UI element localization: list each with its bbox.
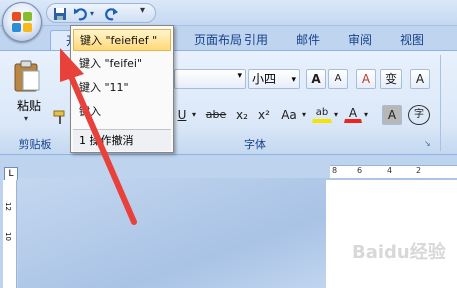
ribbon: 粘贴 ▾ 剪贴板 ▾ 小四 ▾ A A A 变 A U ▾ abe x₂ x² … [0,50,457,155]
clear-format-button[interactable]: A [356,69,376,89]
customize-qat-icon[interactable]: ▾ [140,5,145,16]
office-button[interactable] [2,2,42,42]
strikethrough-button[interactable]: abe [202,105,230,125]
font-dialog-launcher-icon[interactable]: ↘ [424,139,434,149]
redo-icon[interactable] [103,5,121,22]
font-size-combo[interactable]: 小四 ▾ [248,69,300,89]
paste-icon[interactable] [12,59,46,95]
tab-mailings[interactable]: 邮件 [290,30,326,50]
font-name-combo[interactable]: ▾ [174,69,246,89]
office-logo-icon [12,12,32,32]
document-page[interactable] [326,180,457,288]
font-name-dropdown-icon[interactable]: ▾ [237,71,242,81]
vertical-ruler[interactable]: 12 10 [3,180,17,288]
undo-dropdown-icon[interactable]: ▾ [87,5,97,22]
ruler-number: 6 [357,166,363,175]
paste-dropdown-icon[interactable]: ▾ [24,114,28,123]
underline-button[interactable]: U [174,105,190,125]
grow-font-button[interactable]: A [306,69,326,89]
phonetic-guide-button[interactable]: 变 [380,69,402,89]
case-dropdown-icon[interactable]: ▾ [300,105,308,125]
horizontal-ruler[interactable]: 8 6 4 2 [330,165,457,179]
tab-view[interactable]: 视图 [394,30,430,50]
undo-history-dropdown: 键入 "feiefief " 键入 "feifei" 键入 "11" 键入 1 … [70,25,174,153]
undo-item[interactable]: 键入 "feiefief " [73,29,171,51]
undo-item[interactable]: 键入 "11" [73,77,171,99]
paste-label[interactable]: 粘贴 [14,97,44,114]
font-color-dropdown-icon[interactable]: ▾ [362,105,370,125]
tab-review[interactable]: 审阅 [342,30,378,50]
tab-references[interactable]: 引用 [238,30,274,50]
ruler-number: 8 [332,166,338,175]
highlight-dropdown-icon[interactable]: ▾ [332,105,340,125]
font-size-value: 小四 [252,72,277,86]
undo-count-label: 1 操作撤消 [73,129,171,151]
undo-item[interactable]: 键入 [73,101,171,123]
tab-selector-icon[interactable]: L [4,167,18,181]
shrink-font-button[interactable]: A [328,69,348,89]
ruler-number: 12 [4,202,12,211]
ruler-number: 2 [416,166,422,175]
ruler-number: 4 [387,166,393,175]
font-color-button[interactable]: A [344,103,362,123]
change-case-button[interactable]: Aa [278,105,300,125]
clipboard-group-label: 剪贴板 [18,138,52,151]
superscript-button[interactable]: x² [254,105,274,125]
format-painter-icon[interactable] [52,109,68,125]
group-separator [440,55,441,151]
underline-dropdown-icon[interactable]: ▾ [190,105,198,125]
watermark: Baidu经验 [352,242,446,263]
highlight-button[interactable]: ab [312,103,332,123]
enclose-char-button[interactable]: 字 [408,105,430,125]
subscript-button[interactable]: x₂ [232,105,252,125]
undo-item[interactable]: 键入 "feifei" [73,53,171,75]
font-size-dropdown-icon[interactable]: ▾ [291,71,296,89]
ribbon-tabs: 开 页面布局 引用 邮件 审阅 视图 [0,26,457,50]
save-icon[interactable] [51,5,69,22]
char-shading-button[interactable]: A [382,105,402,125]
ruler-number: 10 [4,232,12,241]
char-border-button[interactable]: A [410,69,430,89]
